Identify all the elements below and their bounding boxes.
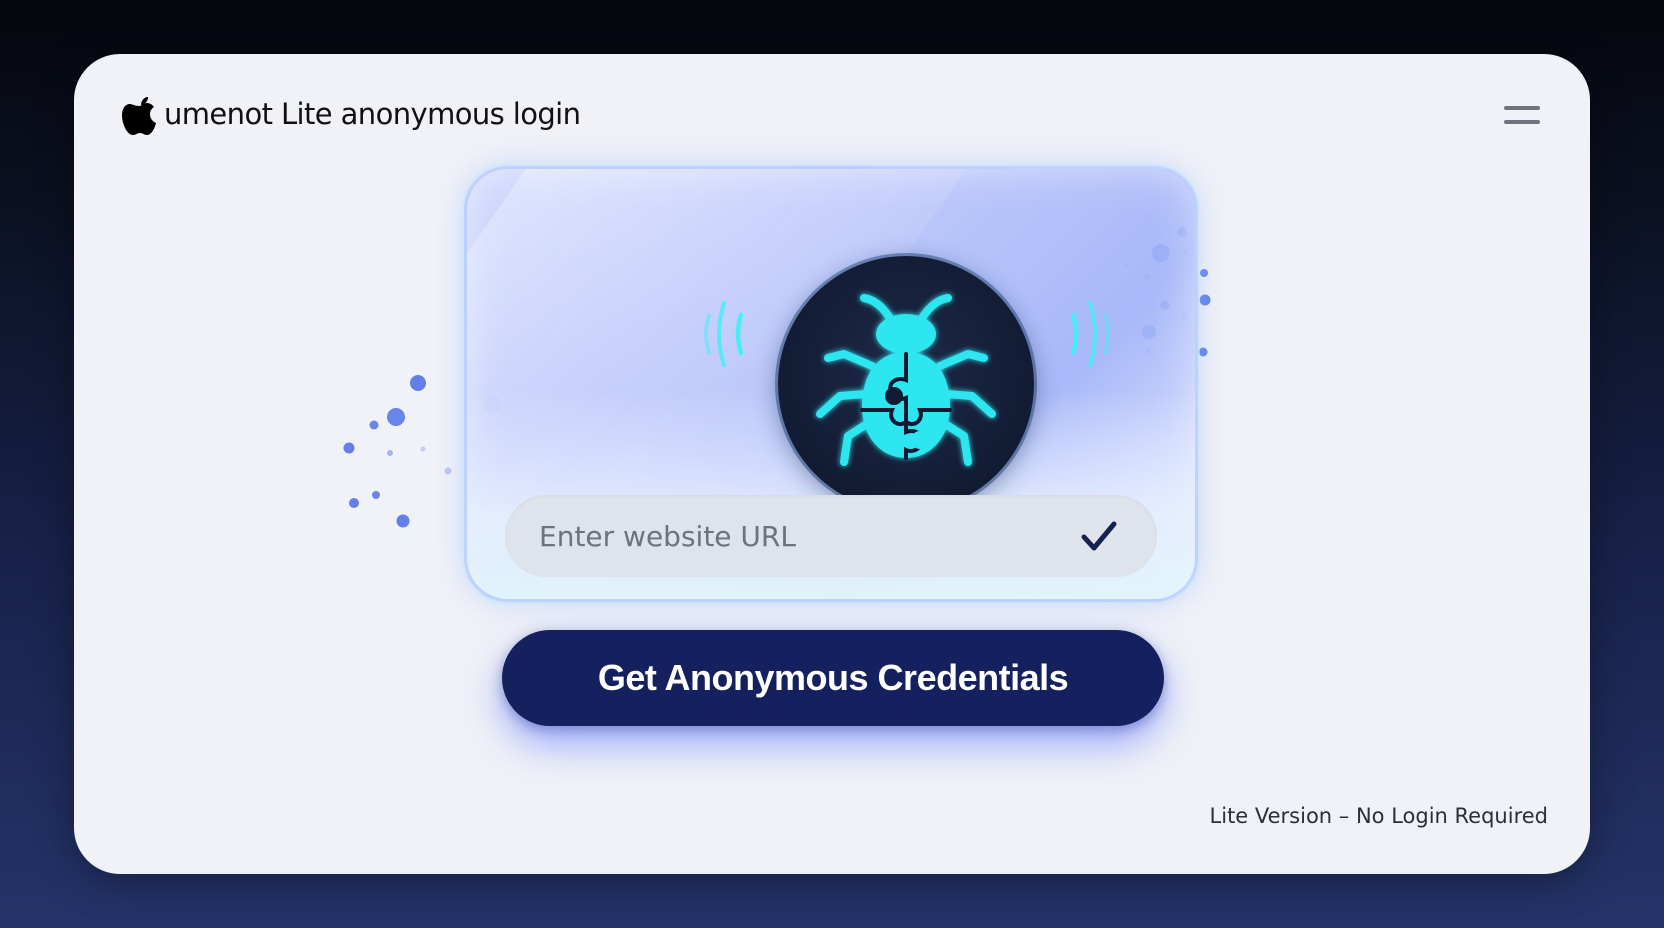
url-input[interactable]: [537, 505, 1079, 567]
url-field[interactable]: [505, 495, 1157, 577]
menu-bar: [1504, 106, 1540, 110]
menu-bar: [1504, 120, 1540, 124]
app-window: umenot Lite anonymous login Enter websit…: [74, 54, 1590, 874]
url-card: [464, 166, 1198, 602]
bug-badge: [778, 256, 1034, 512]
bug-puzzle-icon: [816, 294, 996, 466]
footer-note: Lite Version – No Login Required: [1209, 804, 1548, 828]
checkmark-icon[interactable]: [1079, 518, 1119, 554]
app-header: umenot Lite anonymous login: [122, 90, 581, 138]
app-title: umenot Lite anonymous login: [164, 97, 581, 131]
signal-waves-icon: [704, 301, 744, 367]
apple-logo-icon: [122, 92, 158, 136]
hamburger-menu-icon[interactable]: [1504, 106, 1542, 130]
get-credentials-button[interactable]: Get Anonymous Credentials: [502, 630, 1164, 726]
signal-waves-icon: [1070, 301, 1110, 367]
